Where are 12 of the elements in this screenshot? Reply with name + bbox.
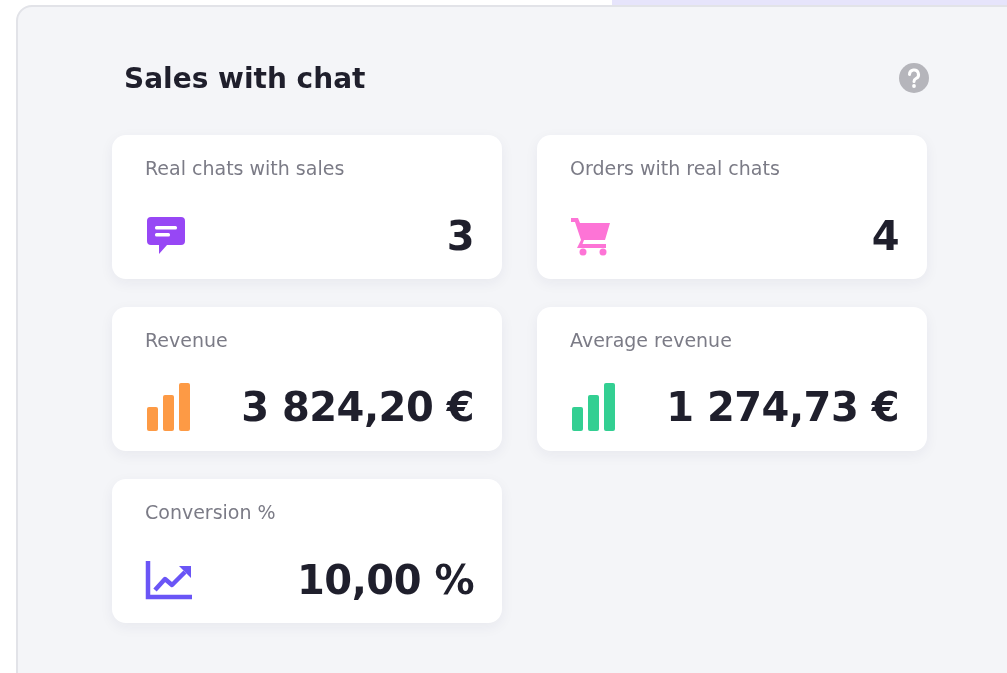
card-value: 3 <box>446 213 474 259</box>
card-value: 10,00 % <box>296 557 474 603</box>
card-label: Conversion % <box>145 501 277 523</box>
card-value: 1 274,73 € <box>666 384 899 430</box>
card-label: Orders with real chats <box>570 157 781 179</box>
card-value: 4 <box>871 213 899 259</box>
card-label: Real chats with sales <box>145 157 346 179</box>
help-icon[interactable] <box>899 63 929 93</box>
panel-title: Sales with chat <box>124 61 366 95</box>
card-label: Revenue <box>145 329 229 351</box>
card-value: 3 824,20 € <box>241 384 474 430</box>
card-label: Average revenue <box>570 329 733 351</box>
